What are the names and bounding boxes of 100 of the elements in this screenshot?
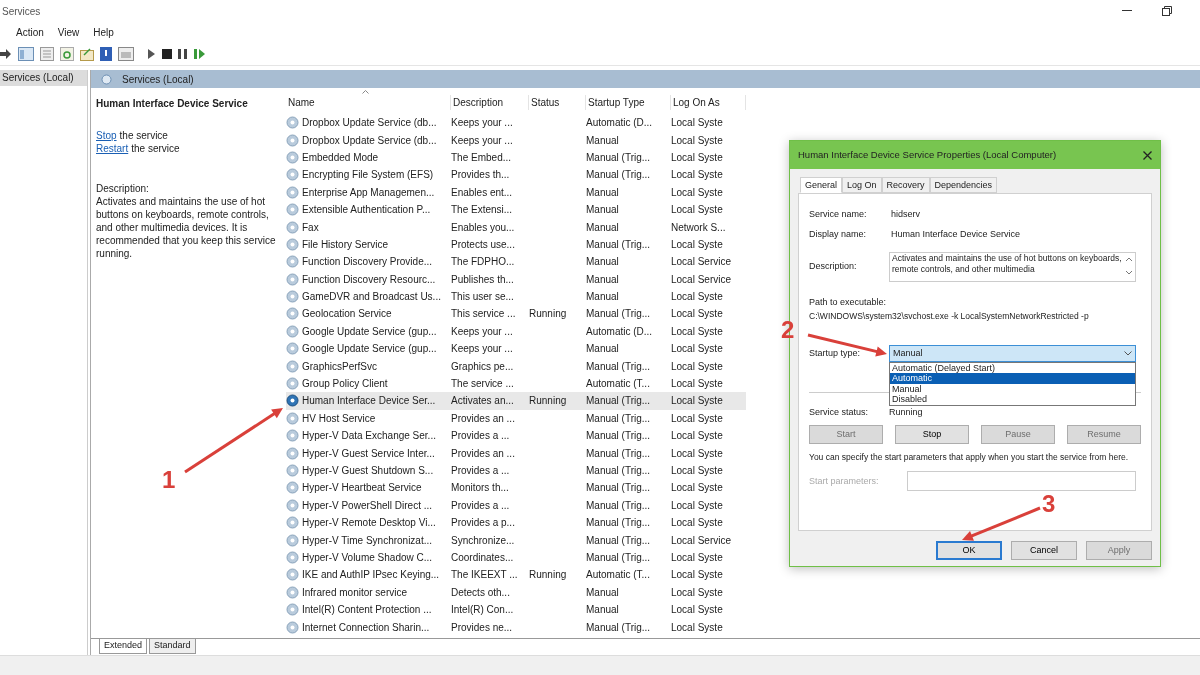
table-cell-text: Hyper-V Remote Desktop Vi... (302, 516, 436, 531)
column-header[interactable]: Startup Type (586, 95, 671, 110)
dialog-button[interactable]: Cancel (1011, 541, 1077, 560)
view-tab[interactable]: Extended (99, 639, 148, 654)
column-header[interactable]: Status (529, 95, 586, 110)
startup-type-select[interactable]: Manual (889, 344, 1136, 362)
properties-icon[interactable] (40, 46, 54, 61)
table-cell-text: Manual (586, 220, 620, 235)
resume-icon[interactable] (194, 47, 206, 60)
table-row[interactable]: Geolocation Service This service ... Running Manual (Trig... Local Syste (286, 305, 746, 323)
play-icon[interactable] (146, 47, 156, 60)
close-icon[interactable] (1143, 150, 1152, 160)
table-cell-text: File History Service (302, 237, 389, 252)
table-row[interactable]: Google Update Service (gup... Keeps your ... Manual Local Syste (286, 340, 746, 358)
gear-icon (286, 290, 299, 304)
table-cell-text: The FDPHO... (451, 255, 516, 270)
table-row[interactable]: Human Interface Device Ser... Activates an... Running Manual (Trig... Local Syste (286, 392, 746, 410)
table-row[interactable]: Enterprise App Managemen... Enables ent... Manual Local Syste (286, 183, 746, 201)
table-cell-text: Local Syste (671, 377, 724, 392)
table-row[interactable]: Function Discovery Provide... The FDPHO... Manual Local Service (286, 253, 746, 271)
table-row[interactable]: Fax Enables you... Manual Network S... (286, 218, 746, 236)
gear-icon (286, 237, 299, 251)
column-header[interactable]: Name (286, 95, 451, 110)
dialog-tab[interactable]: Dependencies (929, 177, 998, 193)
table-row[interactable]: Embedded Mode The Embed... Manual (Trig... Local Syste (286, 148, 746, 167)
view-tab[interactable]: Standard (149, 639, 196, 654)
table-row[interactable]: File History Service Protects use... Manual (Trig... Local Syste (286, 235, 746, 254)
table-cell-text: Manual (586, 342, 620, 357)
table-row[interactable]: Encrypting File System (EFS) Provides th... Manual (Trig... Local Syste (286, 166, 746, 184)
dialog-tab[interactable]: Recovery (881, 177, 930, 193)
panel-title: Services (Local) (122, 72, 194, 87)
dropdown-option[interactable]: Automatic (890, 373, 1135, 384)
table-row[interactable]: Dropbox Update Service (db... Keeps your ... Automatic (D... Local Syste (286, 114, 746, 132)
dropdown-option[interactable]: Automatic (Delayed Start) (890, 362, 1135, 374)
table-cell-text: Manual (Trig... (586, 516, 652, 531)
table-row[interactable]: Infrared monitor service Detects oth... Manual Local Syste (286, 583, 746, 601)
export-icon[interactable] (80, 46, 94, 61)
description-box[interactable]: Activates and maintains the use of hot buttons on keyboards, remote controls, and other multimedia (889, 252, 1136, 282)
table-cell-text: Manual (Trig... (586, 498, 652, 513)
dropdown-option[interactable]: Disabled (890, 394, 1135, 405)
table-row[interactable]: Hyper-V Guest Shutdown S... Provides a ... Manual (Trig... Local Syste (286, 461, 746, 480)
table-row[interactable]: Dropbox Update Service (db... Keeps your ... Manual Local Syste (286, 131, 746, 149)
table-cell-text: Hyper-V Heartbeat Service (302, 481, 422, 496)
column-header[interactable]: Log On As (671, 95, 746, 110)
view-icon[interactable] (118, 46, 134, 61)
console-tree-icon[interactable] (18, 46, 34, 61)
table-cell-text: Manual (Trig... (586, 429, 652, 444)
dialog-tab[interactable]: Log On (842, 177, 882, 193)
gear-icon (286, 377, 299, 391)
table-cell-text: Local Service (671, 533, 733, 548)
table-cell-text: Provides an ... (451, 411, 516, 426)
forward-arrow-icon[interactable] (0, 47, 12, 60)
table-row[interactable]: Internet Connection Sharin... Provides ne... Manual (Trig... Local Syste (286, 618, 746, 636)
step-number: 1 (162, 468, 176, 492)
gear-icon (286, 411, 299, 425)
table-row[interactable]: Hyper-V Data Exchange Ser... Provides a ... Manual (Trig... Local Syste (286, 427, 746, 445)
table-cell: Running (529, 395, 567, 407)
table-cell-text: Local Syste (671, 568, 724, 583)
table-row[interactable]: Hyper-V Volume Shadow C... Coordinates... Manual (Trig... Local Syste (286, 548, 746, 567)
table-row[interactable]: Function Discovery Resourc... Publishes th... Manual Local Service (286, 270, 746, 288)
action-link[interactable]: Restart (96, 142, 129, 155)
table-row[interactable]: Google Update Service (gup... Keeps your ... Automatic (D... Local Syste (286, 322, 746, 341)
table-row[interactable]: Hyper-V PowerShell Direct ... Provides a ... Manual (Trig... Local Syste (286, 496, 746, 514)
table-cell-text: Local Syste (671, 411, 724, 426)
table-row[interactable]: Hyper-V Guest Service Inter... Provides an ... Manual (Trig... Local Syste (286, 444, 746, 462)
table-cell-text: Local Syste (671, 203, 724, 218)
table-cell-text: Google Update Service (gup... (302, 342, 437, 357)
dialog-tab[interactable]: General (800, 177, 843, 193)
table-row[interactable]: GraphicsPerfSvc Graphics pe... Manual (Trig... Local Syste (286, 357, 746, 375)
table-row[interactable]: GameDVR and Broadcast Us... This user se... Manual Local Syste (286, 287, 746, 306)
start-parameters-field[interactable] (907, 471, 1136, 492)
table-row[interactable]: Extensible Authentication P... The Extensi... Manual Local Syste (286, 200, 746, 219)
gear-icon (286, 133, 299, 147)
minimize-icon[interactable] (1122, 10, 1132, 12)
table-row[interactable]: Group Policy Client The service ... Automatic (T... Local Syste (286, 374, 746, 393)
table-cell-text: The IKEEXT ... (451, 568, 519, 583)
table-row[interactable]: HV Host Service Provides an ... Manual (Trig... Local Syste (286, 409, 746, 428)
gear-icon (286, 272, 299, 286)
refresh-icon[interactable] (60, 46, 74, 61)
dialog-button[interactable]: OK (936, 541, 1002, 560)
menu-item[interactable]: View (57, 24, 80, 40)
table-row[interactable]: Intel(R) Content Protection ... Intel(R) Con... Manual Local Syste (286, 600, 746, 619)
table-row[interactable]: Hyper-V Time Synchronizat... Synchronize... Manual (Trig... Local Service (286, 531, 746, 549)
gear-icon (286, 568, 299, 582)
stop-icon[interactable] (162, 48, 172, 59)
menu-item[interactable]: Action (16, 24, 44, 40)
column-header[interactable]: Description (451, 95, 529, 110)
menu-item[interactable]: Help (93, 24, 114, 40)
table-cell-text: Google Update Service (gup... (302, 324, 437, 339)
gear-icon (286, 359, 299, 373)
restore-icon[interactable] (1162, 6, 1172, 16)
table-row[interactable]: Hyper-V Remote Desktop Vi... Provides a p... Manual (Trig... Local Syste (286, 514, 746, 532)
pause-icon[interactable] (178, 48, 188, 59)
tree-item[interactable]: Services (Local) (0, 70, 87, 86)
table-cell-text: The Embed... (451, 150, 513, 165)
action-link[interactable]: Stop (96, 129, 117, 142)
dropdown-option[interactable]: Manual (890, 383, 1135, 395)
dialog-button[interactable]: Stop (895, 425, 969, 445)
table-row[interactable]: Hyper-V Heartbeat Service Monitors th... Manual (Trig... Local Syste (286, 479, 746, 497)
table-row[interactable]: IKE and AuthIP IPsec Keying... The IKEEXT ... Running Automatic (T... Local Syste (286, 566, 746, 584)
